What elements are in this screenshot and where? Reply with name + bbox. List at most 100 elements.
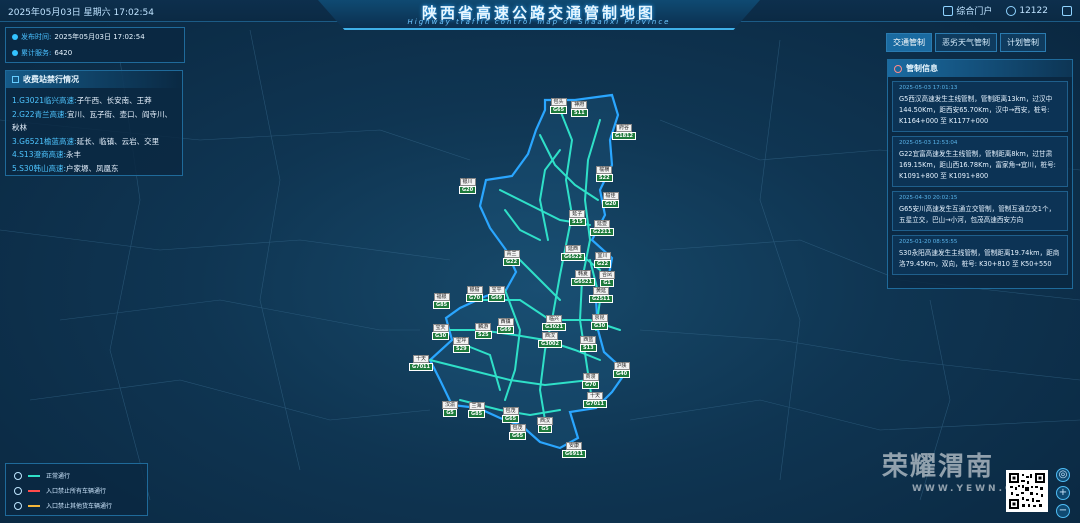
highway-sign[interactable]: 青兰 G22 bbox=[503, 250, 521, 266]
sign-code: G2511 bbox=[589, 295, 614, 303]
zoom-out-button[interactable]: − bbox=[1056, 504, 1070, 518]
highway-sign[interactable]: 银川 G20 bbox=[459, 178, 477, 194]
tab-2[interactable]: 计划管制 bbox=[1000, 33, 1046, 52]
sign-code: G70 bbox=[466, 294, 484, 302]
sign-code: S11 bbox=[571, 109, 588, 117]
highway-sign[interactable]: 临兴 G3021 bbox=[542, 315, 567, 331]
highway-sign[interactable]: 延壶 G2211 bbox=[590, 220, 615, 236]
notice-item[interactable]: 2025-01-20 08:55:55 S30永阳高速发生主线管制，管制距离19.… bbox=[892, 235, 1068, 275]
sign-name: 包茂 bbox=[502, 407, 519, 415]
station-item: 4.S13澄商高速:永丰 bbox=[12, 148, 176, 162]
highway-sign[interactable]: 西汉 G3002 bbox=[538, 332, 563, 348]
legend-item: 入口禁止其他货车辆通行 bbox=[14, 498, 139, 513]
station-panel-title: 收费站禁行情况 bbox=[23, 75, 79, 84]
portal-label: 综合门户 bbox=[956, 7, 993, 17]
sign-code: G6522 bbox=[561, 253, 586, 261]
highway-sign[interactable]: 十天 G7011 bbox=[409, 355, 434, 371]
highway-sign[interactable]: 宝天 G30 bbox=[432, 324, 450, 340]
sign-code: G69 bbox=[497, 326, 515, 334]
sign-code: S22 bbox=[596, 174, 613, 182]
notice-list[interactable]: 2025-05-03 17:01:13 G5西汉高速发生主线管制，管制距离13km… bbox=[888, 77, 1072, 275]
highway-sign[interactable]: 黄延 G2511 bbox=[589, 287, 614, 303]
logout-button[interactable] bbox=[1062, 5, 1072, 16]
sign-code: G65 bbox=[550, 106, 568, 114]
notice-panel-title: 管制信息 bbox=[906, 64, 938, 73]
highway-sign[interactable]: 包茂 G65 bbox=[509, 424, 527, 440]
zoom-in-button[interactable]: + bbox=[1056, 486, 1070, 500]
notice-time: 2025-04-30 20:02:15 bbox=[899, 195, 958, 201]
highway-sign[interactable]: 榆佳 G20 bbox=[602, 192, 620, 208]
notice-item[interactable]: 2025-05-03 17:01:13 G5西汉高速发生主线管制，管制距离13km… bbox=[892, 81, 1068, 132]
highway-sign[interactable]: 宝坪 S29 bbox=[453, 337, 470, 353]
sign-code: G2211 bbox=[590, 228, 615, 236]
sign-name: 兰海 bbox=[468, 402, 485, 410]
station-item: 1.G3021临兴高速:子午西、长安南、王莽 bbox=[12, 94, 176, 108]
sign-code: G3002 bbox=[538, 340, 563, 348]
legend-status-icon bbox=[14, 471, 22, 480]
highway-sign[interactable]: 京昆 G30 bbox=[591, 314, 609, 330]
sign-code: G1 bbox=[600, 279, 614, 287]
highway-sign[interactable]: 安康 G6911 bbox=[562, 442, 587, 458]
station-names: 延长、临镇、云岩、交里 bbox=[76, 136, 160, 146]
highway-sign[interactable]: 宝平 G69 bbox=[488, 286, 506, 302]
sign-name: 榆佳 bbox=[602, 192, 619, 200]
locate-button[interactable]: ◎ bbox=[1056, 468, 1070, 482]
highway-sign[interactable]: 商漫 G70 bbox=[582, 373, 600, 389]
highway-sign[interactable]: 神府 S11 bbox=[571, 101, 588, 117]
highway-sign[interactable]: 汉渝 G5 bbox=[442, 401, 459, 417]
notice-item[interactable]: 2025-04-30 20:02:15 G65安川高速发生互通立交管制，管制互通立… bbox=[892, 191, 1068, 231]
watermark-brand: 荣耀渭南 bbox=[882, 452, 995, 482]
highway-sign[interactable]: 沪陕 G40 bbox=[613, 362, 631, 378]
sign-name: 临兴 bbox=[546, 315, 563, 323]
highway-sign[interactable]: 府谷 G1812 bbox=[612, 124, 637, 140]
sign-name: 宝天 bbox=[432, 324, 449, 332]
station-road: 5.S30韩山高速: bbox=[12, 163, 66, 173]
service-count-value: 6420 bbox=[54, 49, 73, 57]
sign-code: S25 bbox=[475, 331, 492, 339]
sign-name: 神府 bbox=[571, 101, 588, 109]
highway-sign[interactable]: 西蓝 S13 bbox=[580, 336, 597, 352]
user-link[interactable]: 12122 bbox=[1006, 5, 1048, 16]
highway-sign[interactable]: 宜川 G22 bbox=[594, 252, 612, 268]
station-road: 3.G6521榆蓝高速: bbox=[12, 136, 77, 146]
highway-sign[interactable]: 兰海 G85 bbox=[468, 402, 486, 418]
highway-sign[interactable]: 福银 G85 bbox=[433, 293, 451, 309]
highway-sign[interactable]: 延子 S15 bbox=[569, 210, 586, 226]
station-road: 2.G22青兰高速: bbox=[12, 109, 68, 119]
highway-sign[interactable]: 延西 G6522 bbox=[561, 245, 586, 261]
sign-code: G22 bbox=[594, 260, 612, 268]
notice-time: 2025-01-20 08:55:55 bbox=[899, 239, 958, 245]
highway-sign[interactable]: 银榆 G70 bbox=[466, 286, 484, 302]
highway-sign[interactable]: 包茂 G65 bbox=[502, 407, 520, 423]
portal-link[interactable]: 综合门户 bbox=[943, 4, 992, 17]
sign-code: G30 bbox=[432, 332, 450, 340]
highway-sign[interactable]: 榆横 S22 bbox=[596, 166, 613, 182]
service-count-label: 累计服务: bbox=[21, 49, 52, 57]
tab-1[interactable]: 恶劣天气管制 bbox=[935, 33, 997, 52]
legend-label: 入口禁止所有车辆通行 bbox=[46, 488, 107, 495]
sign-code: S29 bbox=[453, 345, 470, 353]
notice-item[interactable]: 2025-05-03 12:53:04 G22宜富高速发生主线管制，管制距离8km… bbox=[892, 136, 1068, 187]
sign-name: 十天 bbox=[587, 392, 604, 400]
highway-sign[interactable]: 十天 G7011 bbox=[583, 392, 608, 408]
highway-sign[interactable]: 西汉 G5 bbox=[537, 417, 554, 433]
highway-sign[interactable]: 包头 G65 bbox=[550, 98, 568, 114]
sign-code: G20 bbox=[602, 200, 620, 208]
highway-sign[interactable]: 西镇 G69 bbox=[497, 318, 515, 334]
highway-sign[interactable]: 合凤 G1 bbox=[599, 271, 616, 287]
notice-text: S30永阳高速发生主线管制，管制距离19.74km，距商洛79.45Km，双向，… bbox=[899, 249, 1060, 268]
sign-name: 西蓝 bbox=[580, 336, 597, 344]
highway-sign[interactable]: 麟游 S25 bbox=[475, 323, 492, 339]
sign-name: 银榆 bbox=[466, 286, 483, 294]
highway-sign[interactable]: 韩夏 G6521 bbox=[571, 270, 596, 286]
tab-0[interactable]: 交通管制 bbox=[886, 33, 932, 52]
sign-name: 府谷 bbox=[616, 124, 633, 132]
notice-text: G5西汉高速发生主线管制，管制距离13km，过汉中144.50Km，距西安65.… bbox=[899, 95, 1053, 125]
sign-code: S13 bbox=[580, 344, 597, 352]
publish-info-panel: 发布时间: 2025年05月03日 17:02:54 累计服务: 6420 bbox=[5, 27, 185, 63]
home-icon bbox=[943, 5, 954, 16]
notice-panel-header: 管制信息 bbox=[888, 60, 1072, 77]
sign-code: G3021 bbox=[542, 323, 567, 331]
sign-name: 银川 bbox=[459, 178, 476, 186]
sign-code: G85 bbox=[468, 410, 486, 418]
